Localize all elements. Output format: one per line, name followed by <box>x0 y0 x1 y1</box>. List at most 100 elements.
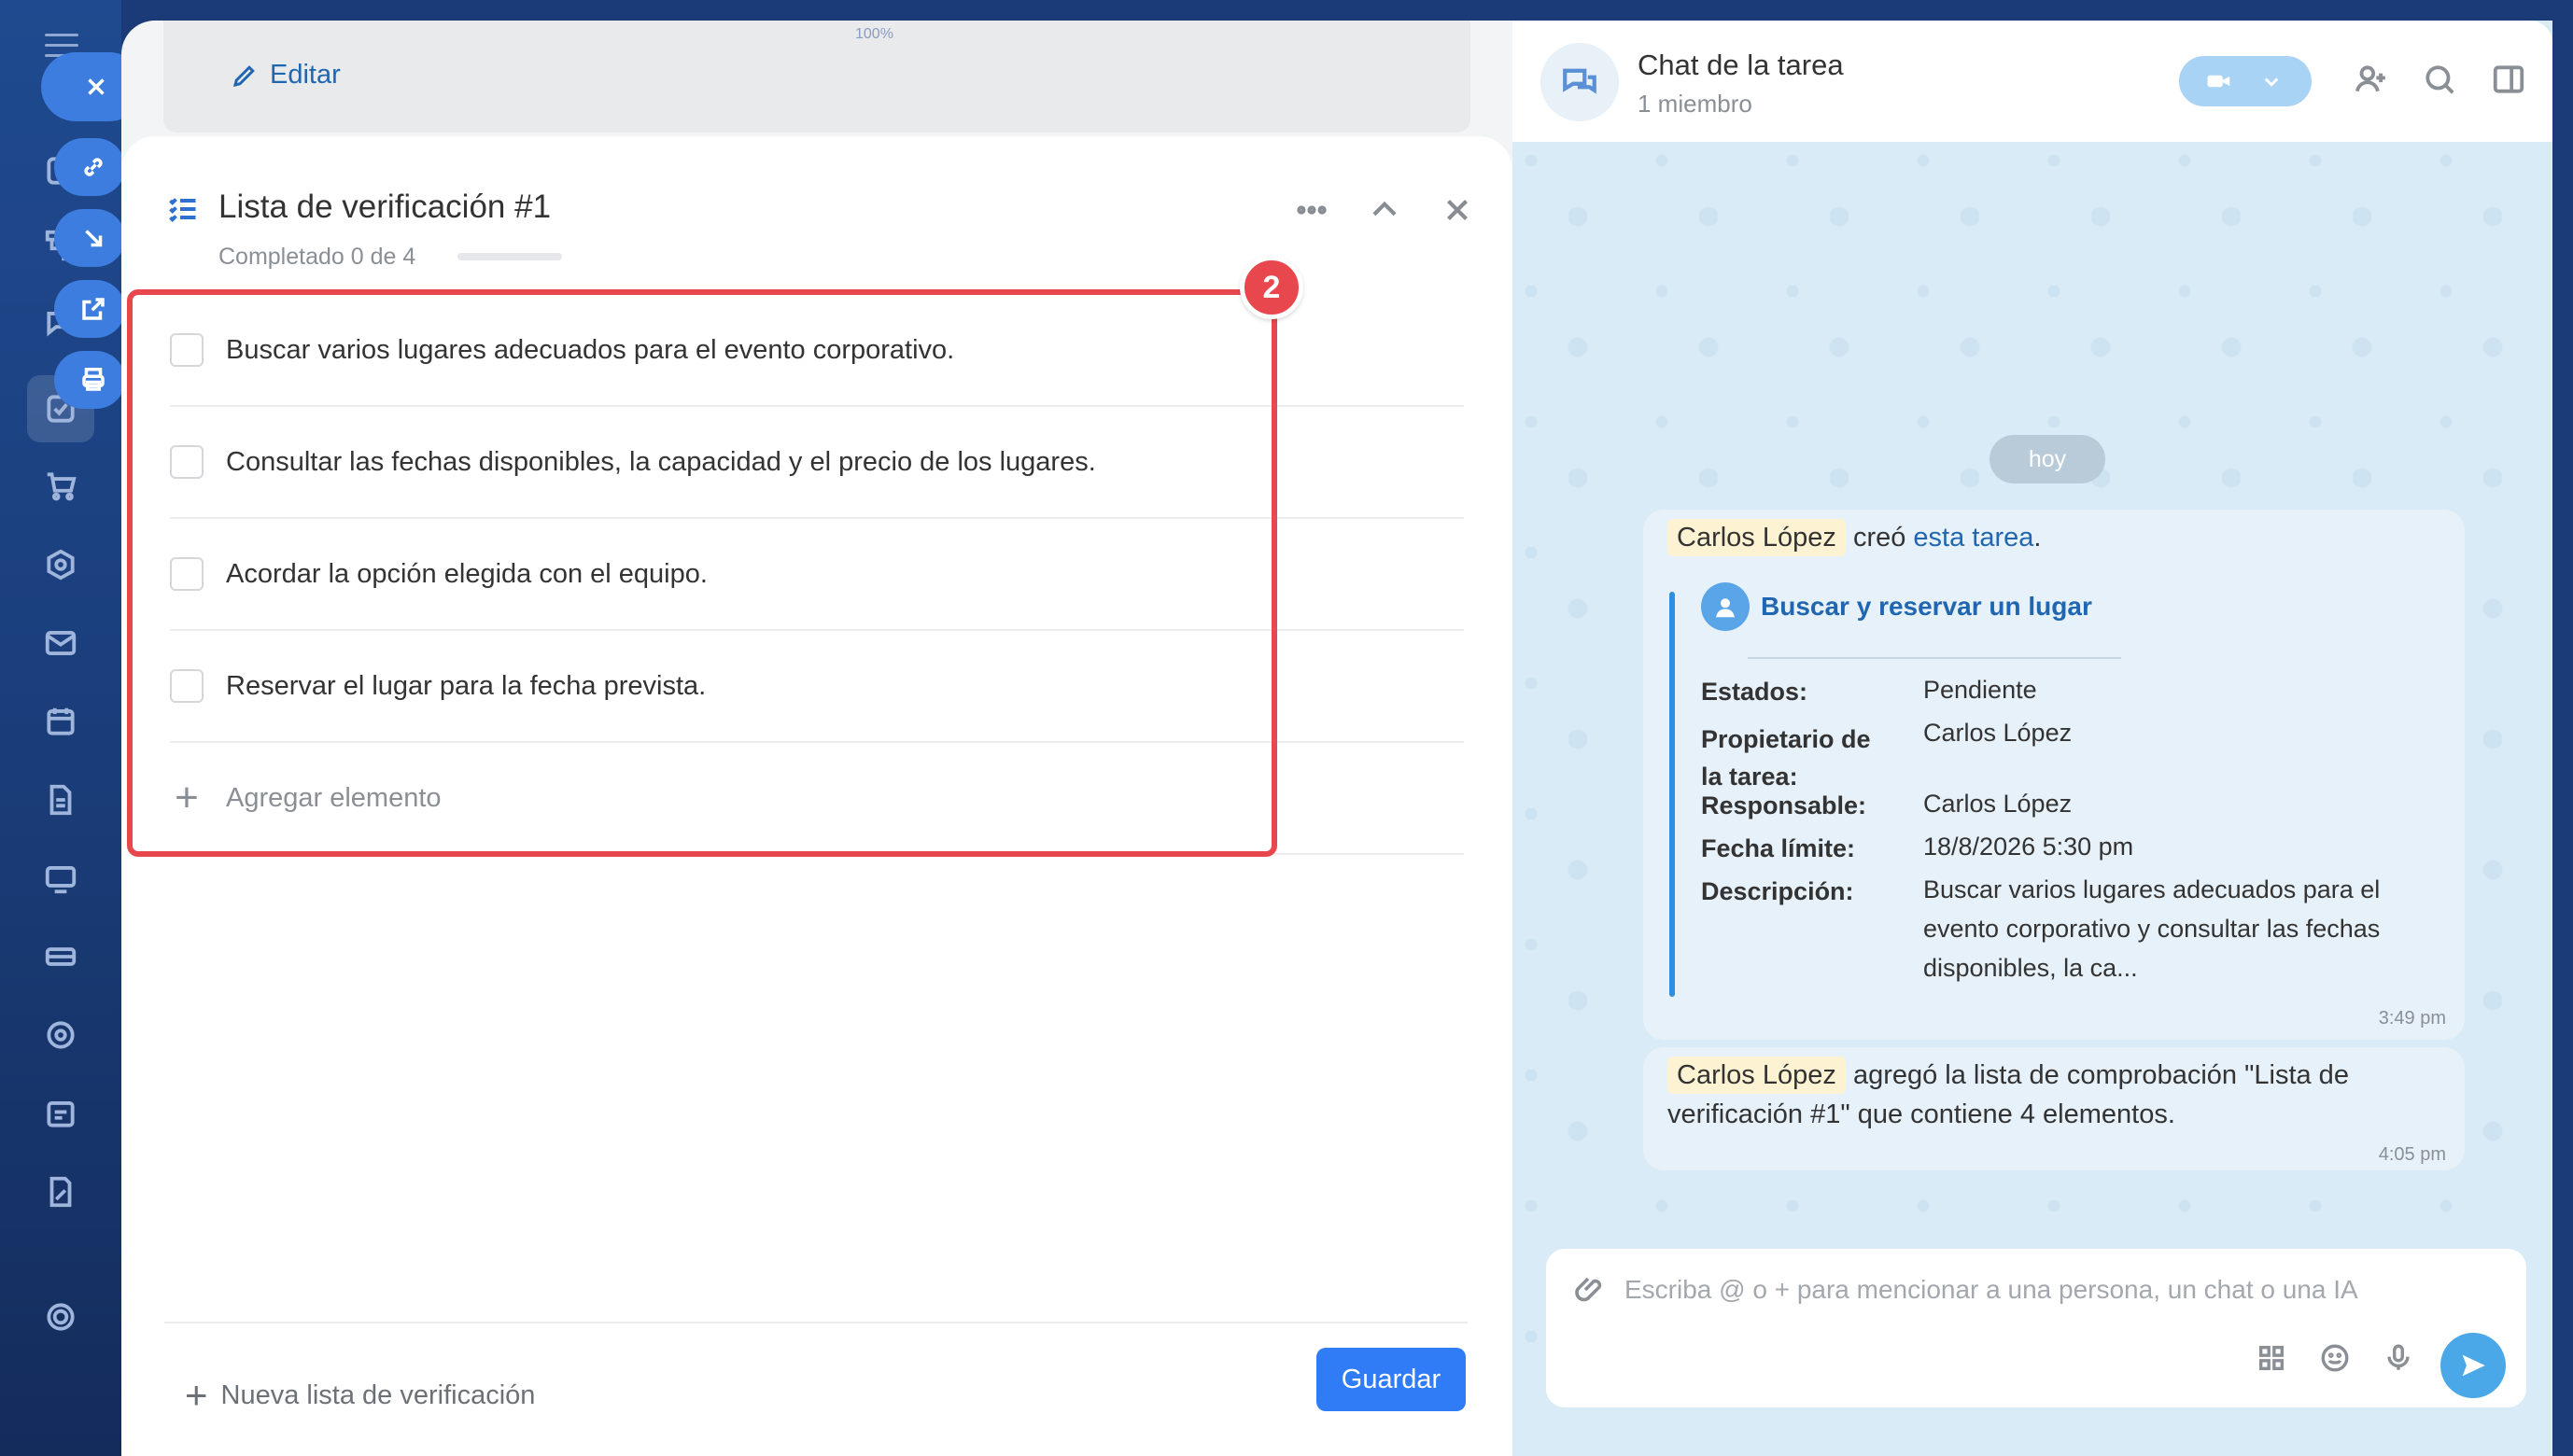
item-label[interactable]: Consultar las fechas disponibles, la cap… <box>226 447 1096 478</box>
field-value: Buscar varios lugares adecuados para el … <box>1923 875 2381 982</box>
cart-icon[interactable] <box>37 463 84 510</box>
task-card-title: Buscar y reservar un lugar <box>1761 592 2092 621</box>
message-time: 4:05 pm <box>2378 1144 2446 1165</box>
message-header: Carlos López creó esta tarea. <box>1667 519 2042 556</box>
plus-icon: + <box>175 775 199 820</box>
app-sidebar <box>0 0 144 1456</box>
message-body: Carlos López agregó la lista de comproba… <box>1667 1057 2349 1094</box>
chat-header: Chat de la tarea 1 miembro <box>1512 21 2552 142</box>
print-button[interactable] <box>54 351 125 409</box>
task-description-area: Editar <box>163 21 1470 133</box>
zoom-label: 100% <box>855 26 893 42</box>
task-chat-panel: Chat de la tarea 1 miembro hoy Carlos Ló… <box>1512 21 2552 1456</box>
item-checkbox[interactable] <box>170 557 204 591</box>
edit-button[interactable]: Editar <box>231 60 341 91</box>
checklist-progress-text: Completado 0 de 4 <box>218 244 416 270</box>
mail-icon[interactable] <box>37 620 84 666</box>
checklist-progress-bar <box>457 253 562 260</box>
edit-label: Editar <box>270 60 341 90</box>
more-icon[interactable] <box>1294 192 1329 228</box>
message-time: 3:49 pm <box>2378 1008 2446 1029</box>
message-composer[interactable]: Escriba @ o + para mencionar a una perso… <box>1546 1249 2526 1407</box>
item-checkbox[interactable] <box>170 669 204 703</box>
field-key: Descripción: <box>1701 877 1854 905</box>
chat-member-count[interactable]: 1 miembro <box>1638 90 1752 119</box>
new-checklist-button[interactable]: + Nueva lista de verificación <box>185 1376 535 1415</box>
crm-icon[interactable] <box>37 541 84 588</box>
board-icon[interactable] <box>37 855 84 902</box>
field-value: 18/8/2026 5:30 pm <box>1923 833 2134 861</box>
close-icon[interactable] <box>1440 192 1475 228</box>
checklist-title[interactable]: Lista de verificación #1 <box>218 189 551 226</box>
search-icon[interactable] <box>2422 62 2457 97</box>
chat-header-actions <box>2353 62 2526 97</box>
item-label[interactable]: Acordar la opción elegida con el equipo. <box>226 559 708 590</box>
date-divider: hoy <box>1990 435 2105 483</box>
checklist-icon <box>166 192 200 226</box>
apps-grid-icon[interactable] <box>2256 1342 2287 1374</box>
checklist-item: Consultar las fechas disponibles, la cap… <box>170 407 1464 519</box>
forms-icon[interactable] <box>37 1169 84 1215</box>
video-call-button[interactable] <box>2179 56 2312 106</box>
message-input[interactable]: Escriba @ o + para mencionar a una perso… <box>1624 1275 2358 1305</box>
chat-title: Chat de la tarea <box>1638 49 1844 81</box>
annotation-badge: 2 <box>1240 256 1303 319</box>
minimize-slider-button[interactable] <box>54 209 125 267</box>
message-text-line1: agregó la lista de comprobación "Lista d… <box>1852 1060 2349 1090</box>
new-checklist-label: Nueva lista de verificación <box>220 1379 536 1410</box>
collapse-icon[interactable] <box>1367 192 1402 228</box>
send-button[interactable] <box>2440 1333 2506 1398</box>
add-item-button[interactable]: + Agregar elemento <box>170 743 1464 855</box>
quote-bar <box>1669 592 1675 997</box>
divider <box>164 1322 1468 1323</box>
plus-icon: + <box>185 1373 208 1417</box>
author-name[interactable]: Carlos López <box>1667 1057 1846 1094</box>
item-checkbox[interactable] <box>170 333 204 367</box>
field-key: Responsable: <box>1701 791 1867 819</box>
add-item-label: Agregar elemento <box>226 782 442 813</box>
chat-avatar <box>1540 43 1619 121</box>
chevron-down-icon <box>2264 77 2279 87</box>
open-new-window-button[interactable] <box>54 280 125 338</box>
author-name[interactable]: Carlos López <box>1667 519 1846 556</box>
divider <box>1748 657 2121 659</box>
composer-tools <box>2256 1342 2414 1374</box>
save-button[interactable]: Guardar <box>1316 1348 1466 1411</box>
message-period: . <box>2033 523 2042 553</box>
send-icon <box>2462 1354 2485 1377</box>
user-avatar-icon <box>1701 582 1750 631</box>
chat-bubbles-icon <box>1563 68 1596 94</box>
copy-link-button[interactable] <box>54 138 125 196</box>
document-icon[interactable] <box>37 777 84 823</box>
pencil-icon <box>232 64 255 87</box>
storage-icon[interactable] <box>37 933 84 980</box>
settings-icon[interactable] <box>37 1294 84 1340</box>
field-key: Propietario de la tarea: <box>1701 725 1871 791</box>
checklist-items: Buscar varios lugares adecuados para el … <box>170 295 1464 855</box>
task-panel: Editar 100% Lista de verificación #1 Com… <box>121 21 1512 1456</box>
field-value: Carlos López <box>1923 790 2073 818</box>
checklist-item: Reservar el lugar para la fecha prevista… <box>170 631 1464 743</box>
emoji-icon[interactable] <box>2319 1342 2351 1374</box>
task-card-link[interactable]: Buscar y reservar un lugar <box>1701 582 2092 631</box>
field-key: Estados: <box>1701 678 1808 706</box>
paperclip-icon[interactable] <box>1574 1273 1608 1307</box>
field-key: Fecha límite: <box>1701 834 1856 862</box>
chat-message: Carlos López agregó la lista de comproba… <box>1643 1047 2465 1170</box>
sidebar-toggle-icon[interactable] <box>2491 62 2526 97</box>
add-user-icon[interactable] <box>2353 62 2388 97</box>
item-label[interactable]: Buscar varios lugares adecuados para el … <box>226 335 954 366</box>
field-value: Carlos López <box>1923 719 2073 747</box>
microphone-icon[interactable] <box>2383 1342 2414 1374</box>
item-label[interactable]: Reservar el lugar para la fecha prevista… <box>226 671 706 702</box>
chat-message: Carlos López creó esta tarea. Buscar y r… <box>1643 510 2465 1040</box>
message-text-line2: verificación #1" que contiene 4 elemento… <box>1667 1099 2175 1129</box>
calendar-icon[interactable] <box>37 698 84 745</box>
item-checkbox[interactable] <box>170 445 204 479</box>
goal-icon[interactable] <box>37 1012 84 1058</box>
schedule-icon[interactable] <box>37 1090 84 1137</box>
checklist-actions <box>1294 192 1475 228</box>
checklist-card: Lista de verificación #1 Completado 0 de… <box>121 136 1512 1456</box>
field-value: Pendiente <box>1923 676 2037 704</box>
task-link[interactable]: esta tarea <box>1913 523 2033 553</box>
